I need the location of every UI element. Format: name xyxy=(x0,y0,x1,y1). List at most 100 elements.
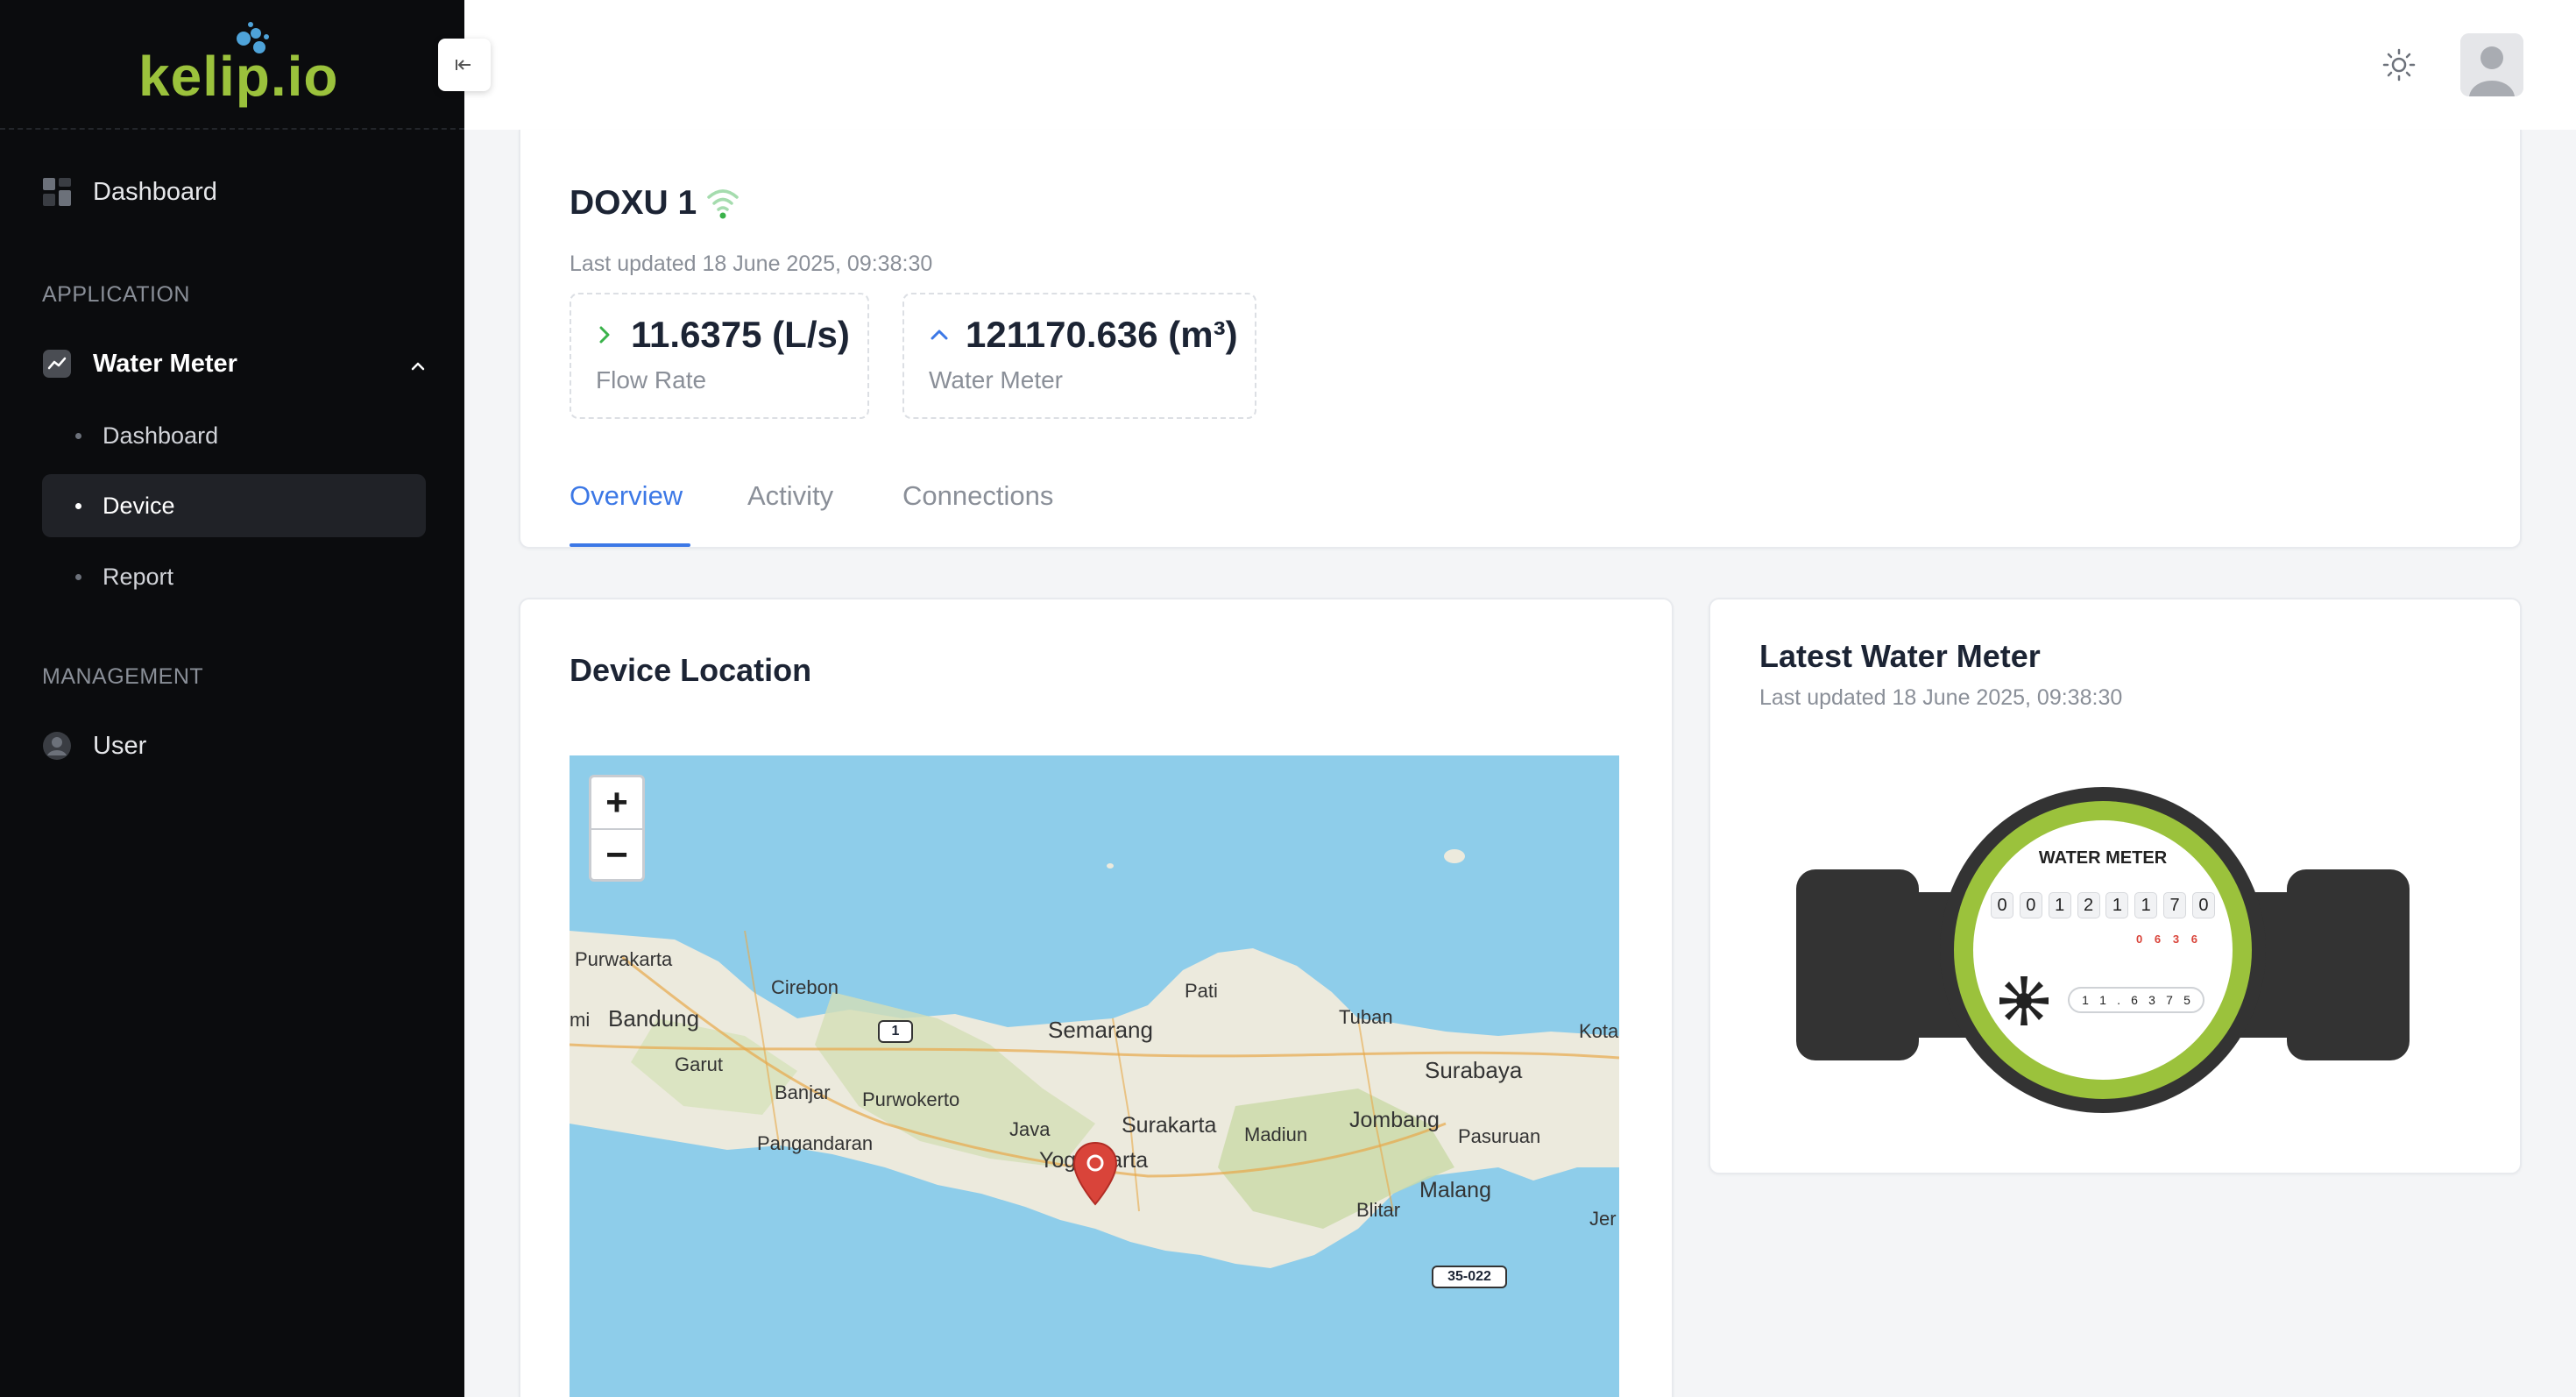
wifi-icon xyxy=(707,189,739,219)
sidebar-item-user[interactable]: User xyxy=(42,731,146,761)
meter-decimal-digits: 0636 xyxy=(2136,933,2197,946)
map-label-bandung: Bandung xyxy=(608,1005,700,1032)
top-header xyxy=(464,0,2576,130)
map-label-garut: Garut xyxy=(675,1053,724,1075)
sidebar: kelip.io Dashboard APPLICATION Water Met… xyxy=(0,0,464,1397)
stat-water-meter-value: 121170.636 (m³) xyxy=(966,314,1238,355)
map-label-jer: Jer xyxy=(1589,1208,1617,1230)
sidebar-subitem-dashboard-label: Dashboard xyxy=(103,422,219,449)
avatar-user-icon xyxy=(2460,33,2523,96)
meter-star-icon xyxy=(1999,976,2049,1025)
sidebar-item-water-meter[interactable]: Water Meter xyxy=(42,349,428,379)
latest-water-meter-title: Latest Water Meter xyxy=(1759,638,2041,674)
map-label-purwakarta: Purwakarta xyxy=(575,948,673,970)
map-label-banjar: Banjar xyxy=(775,1081,831,1103)
user-icon xyxy=(42,731,72,761)
stat-flow-rate-label: Flow Rate xyxy=(596,366,707,394)
map-label-madiun: Madiun xyxy=(1244,1124,1308,1145)
map-marker-icon[interactable] xyxy=(1072,1141,1118,1206)
meter-digit: 3 xyxy=(2148,993,2155,1007)
map-label-cirebon: Cirebon xyxy=(771,976,839,998)
meter-digit: . xyxy=(2117,993,2120,1007)
map-label-java: Java xyxy=(1009,1118,1051,1140)
meter-digit: 0 xyxy=(2136,933,2143,946)
zoom-out-button[interactable]: − xyxy=(591,830,642,881)
map-label-kota: Kota xyxy=(1579,1020,1619,1042)
sidebar-item-dashboard-label: Dashboard xyxy=(93,177,217,206)
sidebar-item-user-label: User xyxy=(93,731,147,760)
map-label-semarang: Semarang xyxy=(1048,1017,1153,1043)
map-label-surabaya: Surabaya xyxy=(1425,1057,1523,1083)
sidebar-subitem-device[interactable]: Device xyxy=(42,474,426,537)
meter-main-digits: 00121170 xyxy=(1991,892,2215,918)
stat-flow-rate: 11.6375 (L/s) Flow Rate xyxy=(570,293,869,419)
chevron-up-icon xyxy=(929,324,950,345)
meter-digit: 7 xyxy=(2166,993,2173,1007)
meter-digit: 0 xyxy=(2191,892,2215,918)
chevron-right-icon xyxy=(596,324,615,345)
collapse-sidebar-button[interactable] xyxy=(438,39,491,91)
meter-digit: 6 xyxy=(2131,993,2138,1007)
meter-digit: 7 xyxy=(2163,892,2187,918)
dashboard-icon xyxy=(42,177,72,207)
active-tab-indicator xyxy=(570,543,690,547)
bullet-dot xyxy=(75,432,81,439)
map-label-jombang: Jombang xyxy=(1349,1108,1440,1132)
sidebar-item-water-meter-label: Water Meter xyxy=(93,349,237,378)
map-zoom-control: + − xyxy=(589,775,645,882)
stat-water-meter-label: Water Meter xyxy=(929,366,1063,394)
section-management: MANAGEMENT xyxy=(42,664,204,689)
meter-dial-title: WATER METER xyxy=(2038,848,2168,868)
map-label-blitar: Blitar xyxy=(1356,1199,1401,1221)
latest-water-meter-updated: Last updated 18 June 2025, 09:38:30 xyxy=(1759,685,2123,710)
meter-digit: 1 xyxy=(2134,892,2158,918)
sidebar-item-dashboard[interactable]: Dashboard xyxy=(42,177,217,207)
water-meter-dial: WATER METER 00121170 0636 11.6375 xyxy=(1787,784,2418,1117)
meter-digit: 1 xyxy=(2105,892,2129,918)
map-label-purwokerto: Purwokerto xyxy=(862,1089,960,1110)
device-name: DOXU 1 xyxy=(570,184,697,222)
map-label-tuban: Tuban xyxy=(1339,1006,1393,1028)
water-meter-body xyxy=(1796,787,2410,1113)
stat-flow-rate-value: 11.6375 (L/s) xyxy=(631,314,850,355)
tab-connections[interactable]: Connections xyxy=(902,480,1053,512)
stat-water-meter: 121170.636 (m³) Water Meter xyxy=(902,293,1256,419)
location-map[interactable]: + − Purwakarta Cirebon Bandung mi Garut … xyxy=(570,755,1619,1397)
logo-drops-icon xyxy=(237,22,269,53)
meter-digit: 6 xyxy=(2190,933,2197,946)
meter-flow-digits: 11. 6375 xyxy=(2068,987,2204,1013)
device-title: DOXU 1 xyxy=(570,184,740,223)
road-shield-1: 1 xyxy=(878,1020,913,1043)
arrow-left-icon xyxy=(456,60,471,70)
map-label-pati: Pati xyxy=(1185,980,1218,1002)
meter-digit: 1 xyxy=(2048,892,2071,918)
meter-digit: 3 xyxy=(2172,933,2180,946)
tab-activity[interactable]: Activity xyxy=(747,480,833,512)
map-label-mi: mi xyxy=(570,1009,591,1031)
map-label-malang: Malang xyxy=(1419,1178,1491,1202)
chart-trend-icon xyxy=(42,349,72,379)
avatar[interactable] xyxy=(2460,33,2523,96)
sidebar-subitem-dashboard[interactable]: Dashboard xyxy=(42,404,426,467)
chevron-up-icon xyxy=(408,354,428,383)
logo-area: kelip.io xyxy=(0,0,464,130)
meter-digit: 5 xyxy=(2183,993,2190,1007)
brand-logo[interactable]: kelip.io xyxy=(138,22,339,109)
zoom-in-button[interactable]: + xyxy=(591,777,642,828)
map-label-pangandaran: Pangandaran xyxy=(757,1132,874,1154)
sidebar-subitem-report[interactable]: Report xyxy=(42,545,426,608)
meter-digit: 0 xyxy=(2019,892,2042,918)
meter-digit: 1 xyxy=(2099,993,2106,1007)
sidebar-subitem-device-label: Device xyxy=(103,492,175,519)
meter-digit: 2 xyxy=(2077,892,2100,918)
map-label-surakarta: Surakarta xyxy=(1122,1113,1217,1138)
sun-icon[interactable] xyxy=(2381,47,2417,82)
meter-digit: 6 xyxy=(2154,933,2162,946)
tab-overview[interactable]: Overview xyxy=(570,480,683,512)
bullet-dot xyxy=(75,502,81,509)
section-application: APPLICATION xyxy=(42,282,190,307)
device-last-updated: Last updated 18 June 2025, 09:38:30 xyxy=(570,252,933,276)
map-label-pasuruan: Pasuruan xyxy=(1458,1125,1541,1147)
sidebar-subitem-report-label: Report xyxy=(103,563,174,590)
device-location-title: Device Location xyxy=(570,652,812,688)
